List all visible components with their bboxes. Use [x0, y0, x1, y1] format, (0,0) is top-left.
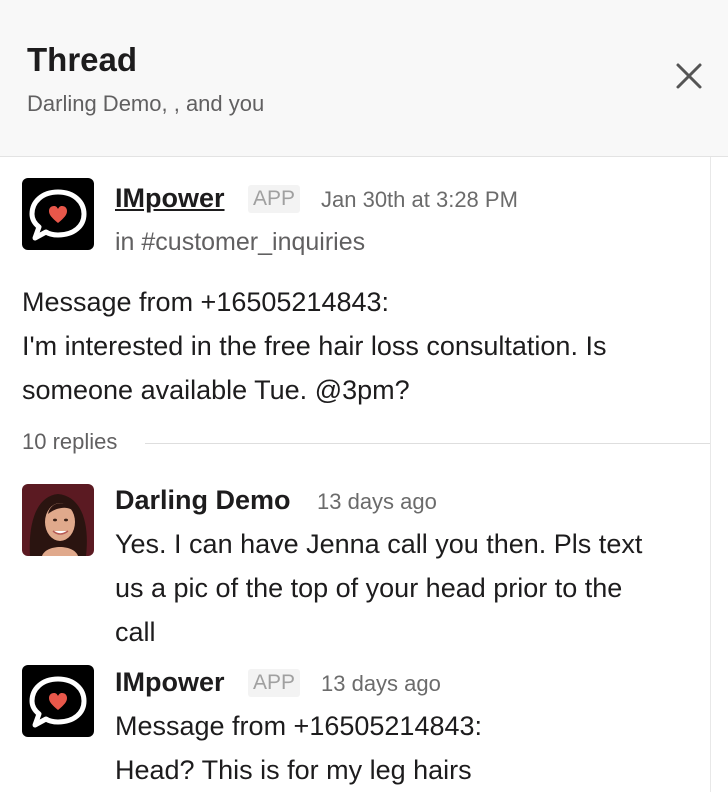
app-badge: APP [248, 185, 301, 213]
replies-divider [145, 443, 710, 444]
channel-link[interactable]: in #customer_inquiries [115, 226, 365, 258]
chat-bubble-heart-icon [29, 676, 87, 728]
message-line: I'm interested in the free hair loss con… [22, 331, 607, 361]
message-line: call [115, 617, 156, 647]
chat-bubble-heart-icon [29, 189, 87, 241]
close-icon[interactable] [668, 55, 710, 97]
impower-avatar[interactable] [22, 665, 94, 737]
thread-header: Thread Darling Demo, , and you [0, 0, 728, 157]
author-name[interactable]: IMpower [115, 666, 225, 698]
author-name[interactable]: IMpower [115, 182, 225, 214]
message-line: Message from +16505214843: [115, 711, 483, 741]
message-line: us a pic of the top of your head prior t… [115, 573, 623, 603]
impower-avatar[interactable] [22, 178, 94, 250]
message-line: Message from +16505214843: [22, 287, 390, 317]
message-line: Yes. I can have Jenna call you then. Pls… [115, 529, 643, 559]
message-timestamp[interactable]: 13 days ago [317, 488, 437, 516]
message-line: someone available Tue. @3pm? [22, 375, 410, 405]
author-name[interactable]: Darling Demo [115, 484, 291, 516]
app-badge: APP [248, 669, 301, 697]
user-avatar[interactable] [22, 484, 94, 556]
message-timestamp[interactable]: Jan 30th at 3:28 PM [321, 186, 518, 214]
thread-participants: Darling Demo, , and you [27, 91, 265, 116]
reply-count: 10 replies [22, 429, 118, 454]
message-timestamp[interactable]: 13 days ago [321, 670, 441, 698]
thread-title: Thread [27, 41, 138, 78]
panel-divider [710, 157, 711, 792]
user-photo [22, 484, 94, 556]
message-line: Head? This is for my leg hairs [115, 755, 472, 785]
